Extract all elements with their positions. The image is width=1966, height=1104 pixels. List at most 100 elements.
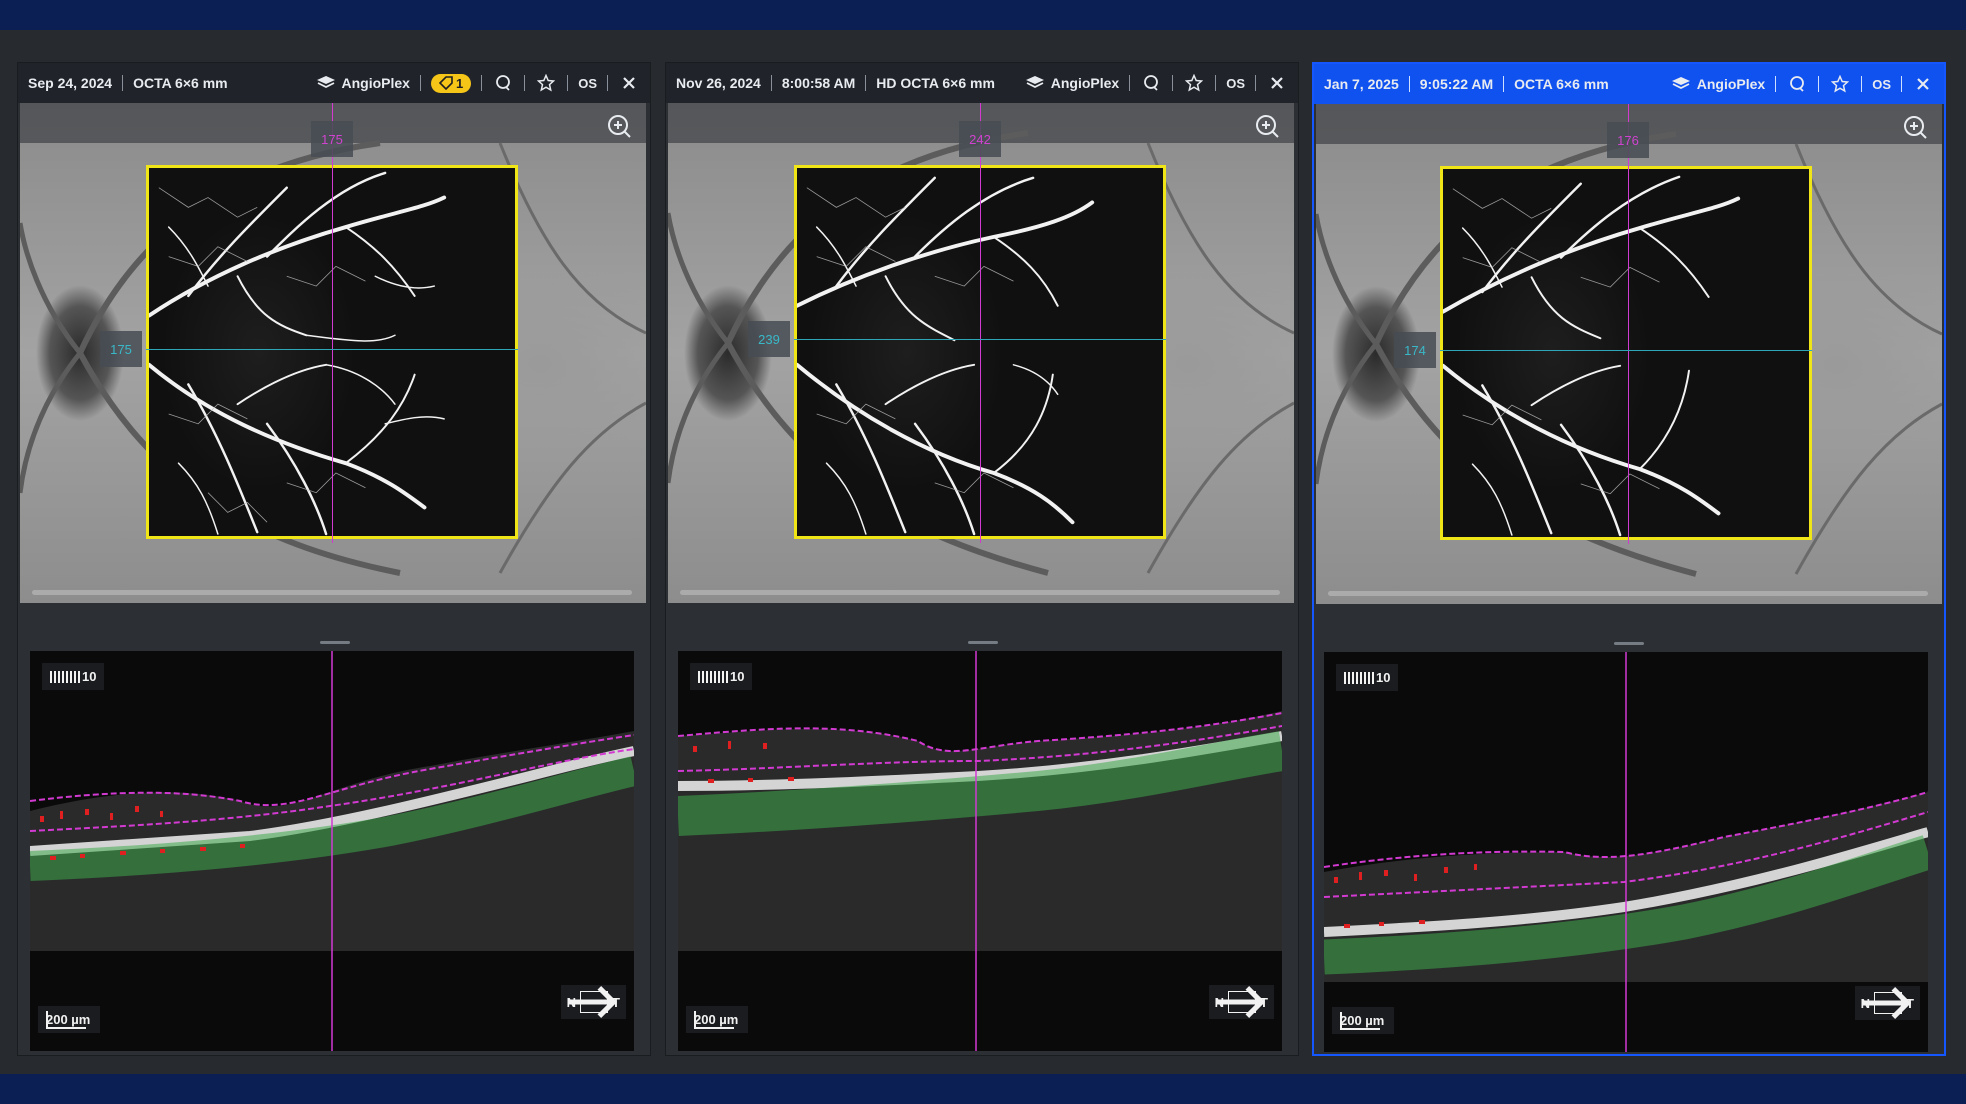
brightness-control[interactable]: 10: [690, 663, 753, 690]
arrow-right-icon: [1861, 987, 1911, 1019]
separator: [607, 75, 608, 91]
horizontal-scrollbar[interactable]: [1328, 591, 1928, 596]
tag-icon: [438, 76, 453, 90]
device-label: AngioPlex: [341, 75, 410, 91]
separator: [524, 75, 526, 91]
bscan-view[interactable]: 10 200 µm N T: [678, 651, 1282, 1051]
comment-button[interactable]: [1140, 72, 1162, 94]
panel-header[interactable]: Jan 7, 2025 9:05:22 AM OCTA 6×6 mm Angio…: [1314, 64, 1944, 104]
angioplex-button[interactable]: AngioPlex: [1025, 75, 1119, 91]
separator: [865, 75, 867, 91]
close-button[interactable]: [618, 72, 640, 94]
scan-time: 9:05:22 AM: [1419, 76, 1494, 92]
eye-label: OS: [1226, 75, 1245, 91]
scale-label: 200 µm: [46, 1012, 91, 1027]
app-bottom-bar: [0, 1074, 1966, 1104]
zoom-icon[interactable]: [1254, 113, 1280, 139]
angioplex-button[interactable]: AngioPlex: [1671, 76, 1765, 92]
bscan-view[interactable]: 10 200 µm N T: [1324, 652, 1928, 1052]
device-label: AngioPlex: [1696, 76, 1766, 92]
bscan-image: [30, 651, 634, 1051]
scan-type: OCTA 6×6 mm: [133, 75, 228, 91]
close-button[interactable]: [1266, 72, 1288, 94]
vertical-slice-number: 175: [311, 121, 353, 157]
star-icon: [537, 74, 556, 92]
brightness-ticks: [698, 670, 728, 683]
favorite-button[interactable]: [535, 72, 557, 94]
brightness-control[interactable]: 10: [1336, 664, 1399, 691]
comment-button[interactable]: [492, 72, 514, 94]
horizontal-slice-marker[interactable]: [1440, 350, 1812, 351]
panel-header[interactable]: Sep 24, 2024 OCTA 6×6 mm AngioPlex 1 OS: [18, 63, 650, 103]
horizontal-scrollbar[interactable]: [680, 590, 1280, 595]
orientation-indicator: N T: [1208, 985, 1274, 1019]
scan-date: Sep 24, 2024: [28, 75, 113, 91]
scan-date: Nov 26, 2024: [676, 75, 761, 91]
horizontal-slice-number: 174: [1394, 332, 1436, 368]
comment-icon: [1790, 76, 1805, 92]
vertical-slice-marker[interactable]: [332, 103, 333, 543]
bscan-image: [1324, 652, 1928, 1052]
comment-icon: [1144, 75, 1159, 91]
panel-splitter[interactable]: [968, 641, 998, 644]
close-button[interactable]: [1912, 73, 1934, 95]
scan-time: 8:00:58 AM: [781, 75, 856, 91]
zoom-icon[interactable]: [1902, 114, 1928, 140]
star-icon: [1831, 75, 1850, 93]
scan-panel-3[interactable]: Jan 7, 2025 9:05:22 AM OCTA 6×6 mm Angio…: [1312, 62, 1946, 1056]
separator: [1861, 76, 1863, 92]
favorite-button[interactable]: [1829, 73, 1851, 95]
horizontal-slice-number: 175: [100, 331, 142, 367]
separator: [1503, 76, 1505, 92]
panel-header[interactable]: Nov 26, 2024 8:00:58 AM HD OCTA 6×6 mm A…: [666, 63, 1298, 103]
angioplex-button[interactable]: AngioPlex: [316, 75, 410, 91]
brightness-control[interactable]: 10: [42, 663, 105, 690]
comment-button[interactable]: [1786, 73, 1808, 95]
separator: [1408, 76, 1410, 92]
scale-bracket-base: [694, 1027, 734, 1029]
layers-icon: [316, 76, 335, 89]
separator: [1255, 75, 1256, 91]
separator: [1215, 75, 1217, 91]
separator: [419, 75, 421, 91]
tag-count: 1: [455, 75, 464, 91]
close-icon: [1917, 78, 1929, 90]
close-icon: [623, 77, 635, 89]
star-icon: [1185, 74, 1204, 92]
separator: [567, 75, 569, 91]
scan-type: OCTA 6×6 mm: [1514, 76, 1609, 92]
separator: [1775, 76, 1777, 92]
scan-panel-1[interactable]: Sep 24, 2024 OCTA 6×6 mm AngioPlex 1 OS …: [17, 62, 651, 1056]
scale-label: 200 µm: [1340, 1013, 1385, 1028]
vertical-slice-marker[interactable]: [980, 103, 981, 543]
enface-view[interactable]: 175 175: [20, 103, 646, 603]
bscan-image: [678, 651, 1282, 1051]
horizontal-slice-marker[interactable]: [794, 339, 1166, 340]
enface-view[interactable]: 242 239: [668, 103, 1294, 603]
scale-bar: 200 µm: [38, 1006, 101, 1033]
horizontal-slice-marker[interactable]: [146, 349, 518, 350]
panel-splitter[interactable]: [320, 641, 350, 644]
arrow-right-icon: [1215, 986, 1265, 1018]
layers-icon: [1025, 76, 1044, 89]
eye-label: OS: [578, 75, 597, 91]
brightness-ticks: [1344, 671, 1374, 684]
zoom-icon[interactable]: [606, 113, 632, 139]
horizontal-slice-number: 239: [748, 321, 790, 357]
panel-splitter[interactable]: [1614, 642, 1644, 645]
horizontal-scrollbar[interactable]: [32, 590, 632, 595]
eye-label: OS: [1872, 76, 1891, 92]
brightness-value: 10: [82, 669, 97, 684]
octa-angiogram[interactable]: [1440, 166, 1812, 540]
tag-badge[interactable]: 1: [430, 73, 472, 93]
close-icon: [1271, 77, 1283, 89]
favorite-button[interactable]: [1183, 72, 1205, 94]
enface-view[interactable]: 176 174: [1316, 104, 1942, 604]
brightness-value: 10: [1376, 670, 1391, 685]
orientation-indicator: N T: [1854, 986, 1920, 1020]
vertical-slice-marker[interactable]: [1628, 104, 1629, 544]
scan-panel-2[interactable]: Nov 26, 2024 8:00:58 AM HD OCTA 6×6 mm A…: [665, 62, 1299, 1056]
orientation-indicator: N T: [560, 985, 626, 1019]
bscan-view[interactable]: 10 200 µm N T: [30, 651, 634, 1051]
separator: [770, 75, 772, 91]
